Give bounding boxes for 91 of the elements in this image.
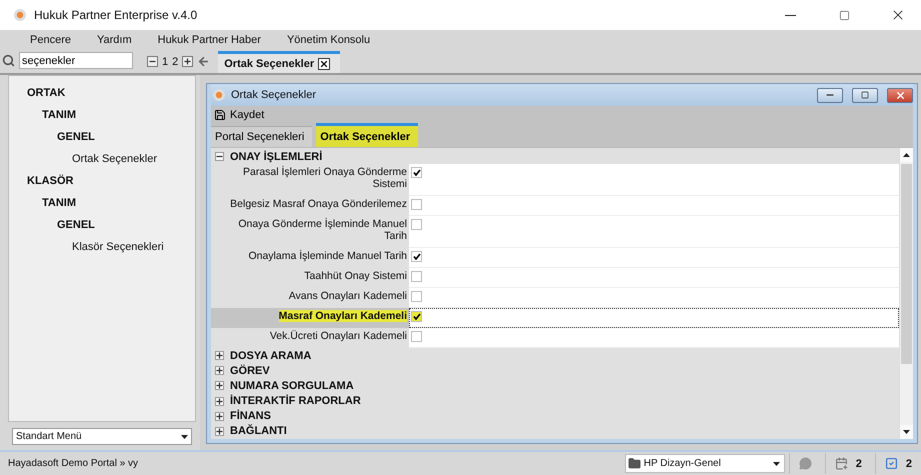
search-icon [2,54,15,67]
menu-item[interactable]: Yardım [96,34,132,46]
menu-item[interactable]: Pencere [30,34,71,46]
section-title[interactable]: İNTERAKTİF RAPORLAR [230,395,361,408]
tab[interactable]: Ortak Seçenekler [316,123,418,147]
plus-icon [216,382,223,390]
close-icon [894,90,906,100]
checkbox[interactable] [411,199,422,210]
task-icon[interactable] [884,457,898,470]
minimize-button[interactable] [817,88,843,102]
save-button[interactable]: Kaydet [214,109,264,121]
option-label: Taahhüt Onay Sistemi [304,270,407,282]
option-label: Onaylama İşleminde Manuel Tarih [248,250,407,262]
calendar-count: 2 [856,458,862,470]
status-text: Hayadasoft Demo Portal » vy [8,458,140,469]
tree-item[interactable]: Klasör Seçenekleri [72,236,164,258]
back-arrow-icon[interactable] [197,55,210,68]
window-logo-icon [213,89,225,101]
folder-icon [628,457,641,470]
tree-item[interactable]: KLASÖR [27,170,74,192]
expand-button[interactable] [215,396,224,406]
inner-window-title: Ortak Seçenekler [231,89,317,101]
option-label: Masraf Onayları Kademeli [278,310,407,322]
menu-item[interactable]: Hukuk Partner Haber [158,34,261,46]
calendar-icon[interactable] [834,457,848,470]
page-number[interactable]: 2 [172,56,178,68]
check-mark-icon [412,253,420,260]
tree-item[interactable]: GENEL [57,126,95,148]
plus-icon [216,398,223,405]
section-title[interactable]: ONAY İŞLEMLERİ [230,150,322,163]
expand-button[interactable] [215,366,224,376]
design-select[interactable]: HP Dizayn-Genel [624,454,785,473]
plus-icon [216,428,223,435]
search-field[interactable]: seçenekler [19,52,133,69]
tree-item[interactable]: TANIM [42,104,76,126]
expand-button[interactable] [215,381,224,390]
option-label: Onaya Gönderme İşleminde Manuel Tarih [237,218,407,242]
restore-button[interactable] [852,88,878,102]
checkbox[interactable] [411,291,422,302]
option-label: Vek.Ücreti Onayları Kademeli [270,330,407,342]
plus-icon [216,412,223,420]
next-page-button[interactable] [182,56,194,67]
section-title[interactable]: FİNANS [230,410,271,422]
tree-item[interactable]: Ortak Seçenekler [72,148,157,170]
document-tab[interactable]: Ortak Seçenekler [218,51,340,73]
scrollbar[interactable] [899,148,913,439]
checkbox[interactable] [411,251,422,262]
minimize-icon [784,14,796,16]
check-mark-icon [412,313,420,320]
down-arrow-icon [903,430,910,434]
restore-icon [861,91,869,99]
section-title[interactable]: BAĞLANTI [230,425,287,438]
section-title[interactable]: DOSYA ARAMA [230,350,312,362]
page-number[interactable]: 1 [162,56,168,68]
option-label: Parasal İşlemleri Onaya Gönderme Sistemi [242,166,407,190]
tab[interactable]: Portal Seçenekleri [211,126,312,147]
task-count: 2 [906,458,912,470]
menu-item[interactable]: Yönetim Konsolu [286,34,370,46]
section-title[interactable]: GÖREV [230,364,270,377]
checkbox[interactable] [411,311,422,322]
tree-item[interactable]: ORTAK [27,82,66,104]
app-logo-icon [14,9,26,21]
section-title[interactable]: NUMARA SORGULAMA [230,380,354,392]
checkbox[interactable] [411,331,422,342]
minus-icon [149,58,156,65]
checkbox[interactable] [411,271,422,282]
plus-icon [216,367,223,374]
tree-item[interactable]: TANIM [42,192,76,214]
down-arrow-icon [181,434,188,438]
maximize-icon [838,10,850,20]
window-title: Hukuk Partner Enterprise v.4.0 [34,8,198,22]
checkbox[interactable] [411,219,422,230]
check-mark-icon [412,169,420,176]
tab-close-button[interactable] [318,58,330,70]
tab-label: Ortak Seçenekler [224,58,314,70]
expand-button[interactable] [215,426,224,436]
up-arrow-icon [903,153,910,157]
previous-page-button[interactable] [147,56,158,67]
plus-icon [216,352,223,360]
close-icon [319,58,330,68]
collapse-button[interactable] [215,152,224,162]
tree-item[interactable]: GENEL [57,214,95,236]
menu-select[interactable]: Standart Menü [12,428,192,445]
option-label: Avans Onayları Kademeli [288,290,407,302]
option-label: Belgesiz Masraf Onaya Gönderilemez [230,198,407,210]
expand-button[interactable] [215,412,224,421]
plus-icon [184,58,192,65]
checkbox[interactable] [411,167,422,178]
down-arrow-icon [772,462,780,466]
close-button[interactable] [887,88,913,102]
expand-button[interactable] [215,351,224,360]
